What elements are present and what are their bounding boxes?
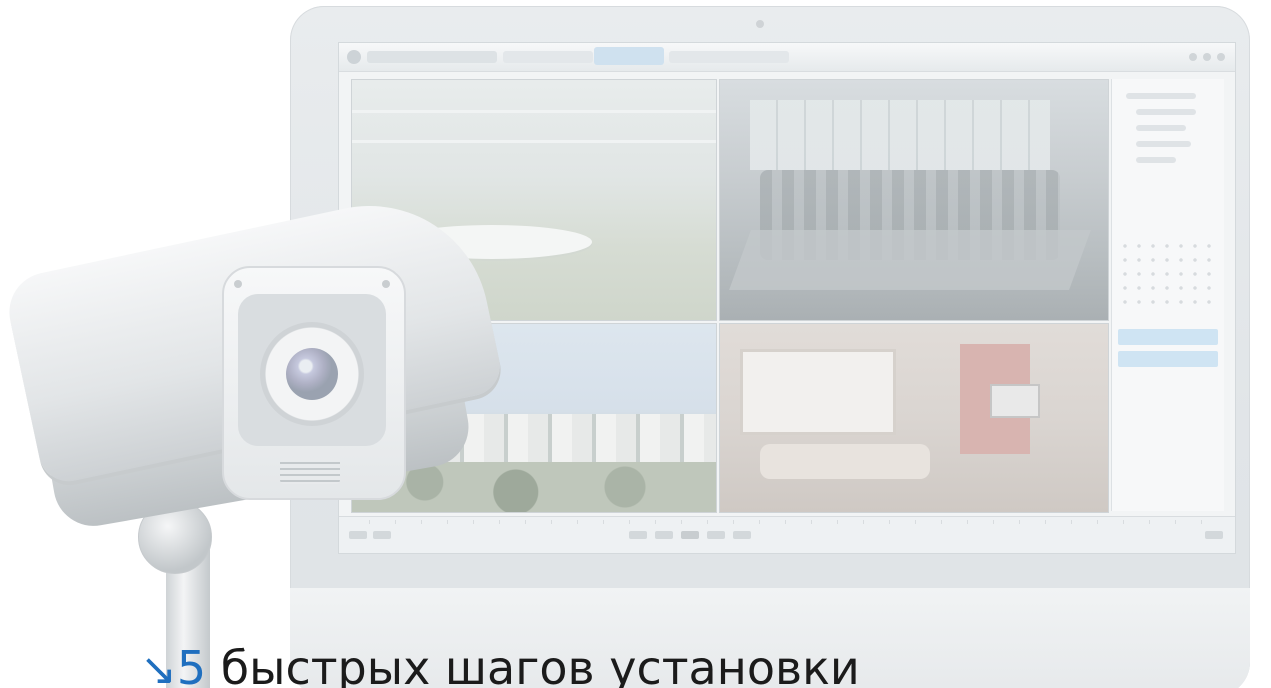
minimize-icon <box>1189 53 1197 61</box>
headline-text: быстрых шагов установки <box>220 641 860 688</box>
webcam-dot <box>756 20 764 28</box>
close-icon <box>1217 53 1225 61</box>
arrow-down-right-icon: ↘ <box>140 644 177 688</box>
maximize-icon <box>1203 53 1211 61</box>
tab-active <box>594 47 664 65</box>
panel-button <box>1118 351 1218 367</box>
camera-front-housing <box>222 266 406 500</box>
headline-number: 5 <box>176 641 207 688</box>
cctv-camera-icon <box>0 183 506 688</box>
tab <box>367 51 497 63</box>
camera-feed-meeting-room <box>719 79 1109 321</box>
panel-button <box>1118 329 1218 345</box>
hero-image: ↘5 быстрых шагов установки <box>0 0 1271 688</box>
headline: ↘5 быстрых шагов установки <box>140 640 860 688</box>
app-titlebar <box>339 43 1235 72</box>
camera-feed-living-room <box>719 323 1109 513</box>
app-logo-icon <box>347 50 361 64</box>
calendar-widget <box>1118 239 1218 307</box>
camera-vent <box>280 458 340 484</box>
tab <box>503 51 593 63</box>
device-panel <box>1111 79 1224 511</box>
tab <box>669 51 789 63</box>
lens-ring <box>260 322 364 426</box>
camera-lens <box>286 348 338 400</box>
